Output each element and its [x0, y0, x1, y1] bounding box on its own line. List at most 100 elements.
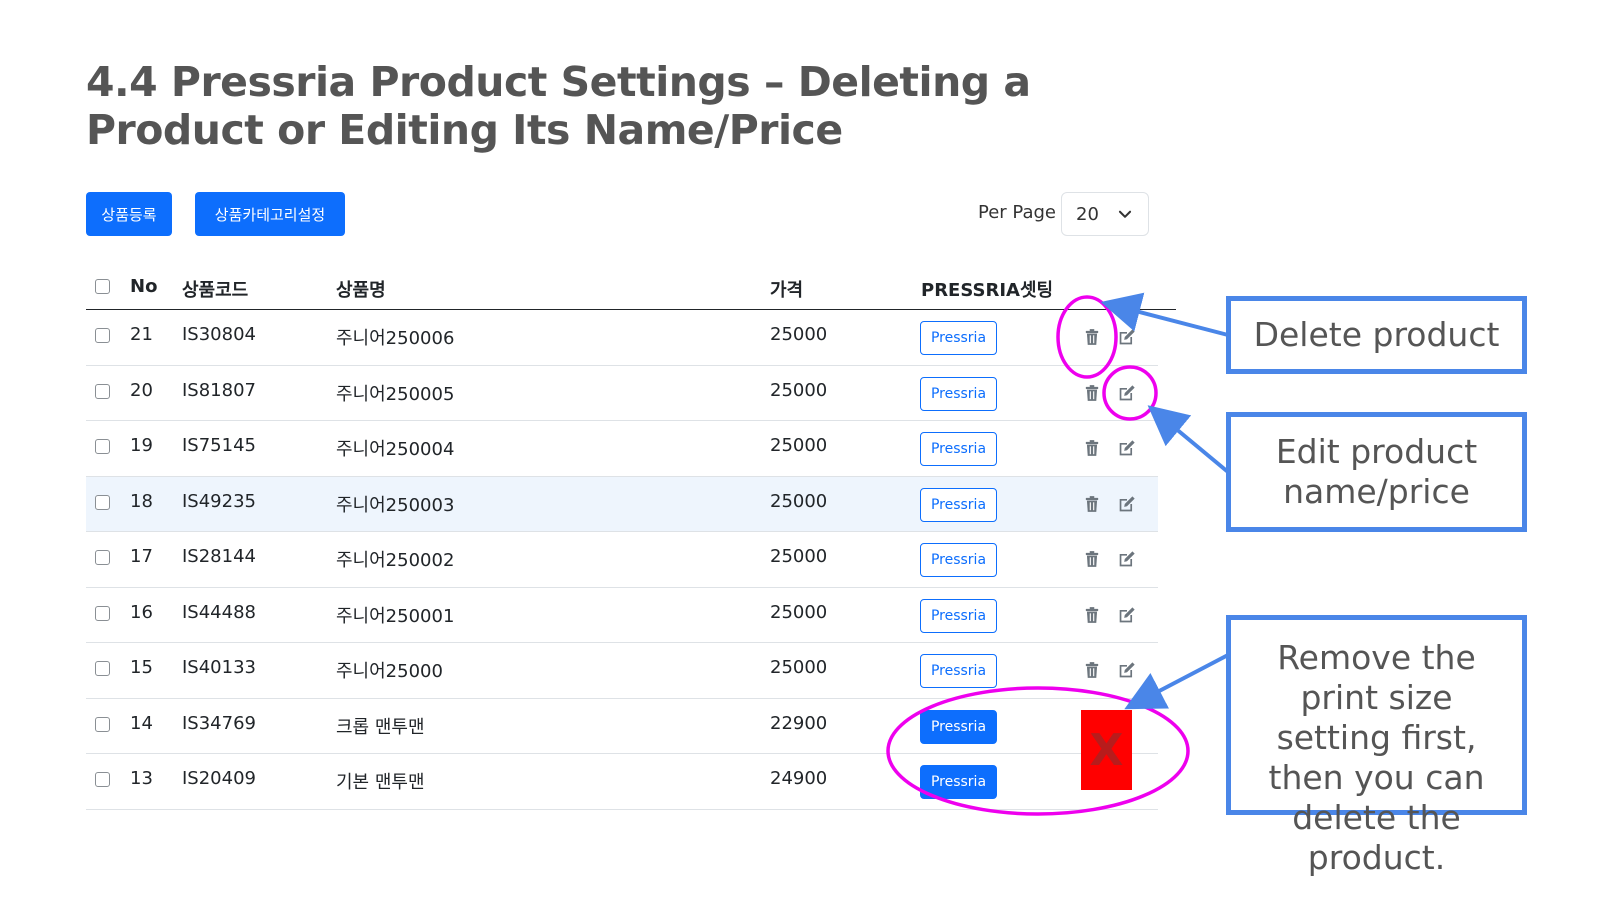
edit-icon[interactable] — [1118, 384, 1136, 402]
pressria-button[interactable]: Pressria — [920, 765, 997, 799]
edit-icon[interactable] — [1118, 439, 1136, 457]
callout-edit-product: Edit product name/price — [1226, 412, 1527, 532]
row-checkbox[interactable] — [95, 494, 110, 510]
row-price: 25000 — [770, 546, 828, 567]
table-row: 19 IS75145 주니어250004 25000 Pressria — [86, 421, 1158, 477]
row-code: IS20409 — [182, 768, 256, 789]
row-price: 25000 — [770, 601, 828, 623]
row-name: 기본 맨투맨 — [336, 772, 425, 793]
row-checkbox[interactable] — [95, 328, 110, 343]
table-header: No 상품코드 상품명 가격 PRESSRIA셋팅 — [86, 268, 1176, 310]
row-no: 16 — [130, 601, 153, 623]
table-row: 18 IS49235 주니어250003 25000 Pressria — [86, 476, 1158, 532]
pressria-button[interactable]: Pressria — [920, 432, 997, 466]
table-row: 14 IS34769 크롭 맨투맨 22900 Pressria — [86, 699, 1158, 754]
per-page-label: Per Page — [978, 202, 1056, 223]
row-code: IS28144 — [182, 546, 256, 567]
row-code: IS81807 — [182, 379, 256, 401]
pressria-button[interactable]: Pressria — [920, 654, 997, 688]
table-row: 20 IS81807 주니어250005 25000 Pressria — [86, 366, 1158, 421]
header-pressria: PRESSRIA셋팅 — [921, 280, 1054, 301]
edit-icon[interactable] — [1118, 495, 1136, 513]
row-checkbox[interactable] — [95, 661, 110, 676]
row-checkbox[interactable] — [95, 716, 110, 732]
table-body: 21 IS30804 주니어250006 25000 Pressria 20 IS81807… — [86, 310, 1158, 810]
product-category-settings-button[interactable]: 상품카테고리설정 — [195, 192, 345, 236]
callout-delete-product: Delete product — [1226, 296, 1527, 374]
row-price: 25000 — [770, 379, 828, 401]
product-table: No 상품코드 상품명 가격 PRESSRIA셋팅 21 IS30804 주니어25… — [86, 268, 1176, 810]
row-name: 주니어250006 — [336, 328, 455, 349]
row-name: 주니어250003 — [336, 494, 455, 516]
trash-icon[interactable] — [1083, 495, 1101, 513]
edit-icon[interactable] — [1118, 550, 1136, 568]
row-no: 15 — [130, 657, 153, 678]
row-checkbox[interactable] — [95, 605, 110, 621]
delete-disabled-mark: X — [1081, 710, 1132, 790]
trash-icon[interactable] — [1083, 328, 1101, 346]
row-no: 14 — [130, 712, 153, 734]
row-checkbox[interactable] — [95, 439, 110, 454]
header-no: No — [130, 276, 158, 297]
header-price: 가격 — [770, 280, 804, 301]
row-name: 주니어25000 — [336, 661, 443, 682]
row-code: IS44488 — [182, 601, 256, 623]
row-no: 17 — [130, 546, 153, 567]
product-register-button[interactable]: 상품등록 — [86, 192, 172, 236]
select-all-checkbox[interactable] — [95, 279, 110, 294]
callout-remove-text: Remove the print size setting first, the… — [1268, 638, 1485, 877]
row-no: 19 — [130, 435, 153, 456]
trash-icon[interactable] — [1083, 439, 1101, 457]
header-name: 상품명 — [336, 280, 386, 301]
row-checkbox[interactable] — [95, 383, 110, 399]
arrow-to-edit — [1147, 405, 1230, 474]
edit-icon[interactable] — [1118, 328, 1136, 346]
per-page-select[interactable]: 20 — [1061, 192, 1149, 236]
row-no: 13 — [130, 768, 153, 789]
trash-icon[interactable] — [1083, 550, 1101, 568]
pressria-button[interactable]: Pressria — [920, 709, 997, 744]
row-code: IS40133 — [182, 657, 256, 678]
trash-icon[interactable] — [1083, 606, 1101, 624]
row-name: 주니어250004 — [336, 439, 455, 460]
row-name: 주니어250002 — [336, 550, 455, 571]
row-price: 22900 — [770, 712, 828, 734]
trash-icon[interactable] — [1083, 384, 1101, 402]
pressria-button[interactable]: Pressria — [920, 376, 997, 411]
row-name: 주니어250005 — [336, 383, 455, 405]
callout-delete-text: Delete product — [1253, 315, 1500, 354]
pressria-button[interactable]: Pressria — [920, 487, 997, 522]
row-price: 25000 — [770, 324, 828, 345]
row-checkbox[interactable] — [95, 772, 110, 787]
row-checkbox[interactable] — [95, 550, 110, 565]
per-page-value: 20 — [1076, 203, 1099, 225]
table-row: 16 IS44488 주니어250001 25000 Pressria — [86, 588, 1158, 643]
row-price: 25000 — [770, 435, 828, 456]
callout-edit-text: Edit product name/price — [1275, 432, 1478, 511]
row-no: 18 — [130, 490, 153, 512]
table-row: 17 IS28144 주니어250002 25000 Pressria — [86, 532, 1158, 588]
edit-icon[interactable] — [1118, 606, 1136, 624]
table-row: 13 IS20409 기본 맨투맨 24900 Pressria — [86, 754, 1158, 810]
row-code: IS75145 — [182, 435, 256, 456]
pressria-button[interactable]: Pressria — [920, 321, 997, 355]
row-no: 21 — [130, 324, 153, 345]
row-code: IS49235 — [182, 490, 256, 512]
chevron-down-icon — [1118, 210, 1132, 218]
row-name: 크롭 맨투맨 — [336, 716, 425, 738]
row-code: IS30804 — [182, 324, 256, 345]
page-title: 4.4 Pressria Product Settings – Deleting… — [86, 58, 1031, 154]
table-row: 21 IS30804 주니어250006 25000 Pressria — [86, 310, 1158, 366]
pressria-button[interactable]: Pressria — [920, 543, 997, 577]
row-price: 25000 — [770, 657, 828, 678]
row-code: IS34769 — [182, 712, 256, 734]
callout-remove-setting: Remove the print size setting first, the… — [1226, 615, 1527, 877]
trash-icon[interactable] — [1083, 661, 1101, 679]
header-code: 상품코드 — [182, 280, 249, 301]
row-price: 24900 — [770, 768, 828, 789]
row-price: 25000 — [770, 490, 828, 512]
row-name: 주니어250001 — [336, 605, 455, 627]
edit-icon[interactable] — [1118, 661, 1136, 679]
table-row: 15 IS40133 주니어25000 25000 Pressria — [86, 643, 1158, 699]
pressria-button[interactable]: Pressria — [920, 598, 997, 633]
